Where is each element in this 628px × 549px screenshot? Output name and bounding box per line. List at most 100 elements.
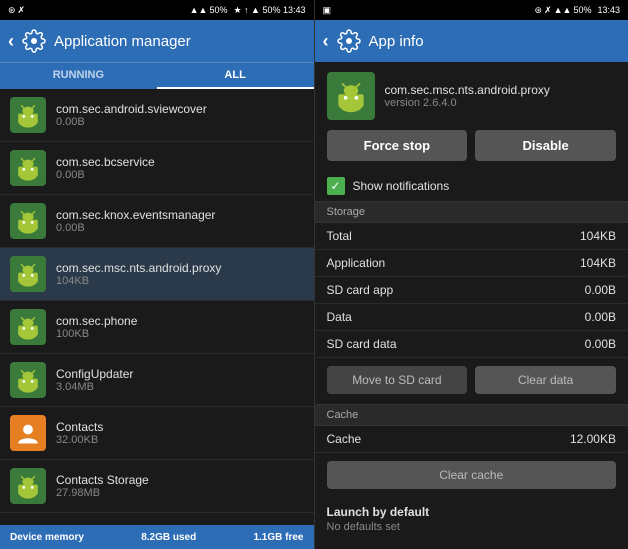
cache-row-label: Cache	[327, 432, 362, 446]
back-button-left[interactable]: ‹	[8, 31, 14, 52]
storage-data-row: Data 0.00B	[315, 304, 628, 331]
app-name: ConfigUpdater	[56, 367, 133, 381]
contacts-icon	[10, 415, 46, 451]
app-header-texts: com.sec.msc.nts.android.proxy version 2.…	[385, 83, 550, 109]
tab-running[interactable]: RUNNING	[0, 63, 157, 89]
app-info: Contacts Storage 27.98MB	[56, 473, 149, 499]
app-name: com.sec.knox.eventsmanager	[56, 208, 215, 222]
signal-icon: ▲▲	[190, 5, 208, 15]
storage-data-label: Data	[327, 310, 352, 324]
list-item[interactable]: com.sec.knox.eventsmanager 0.00B	[0, 195, 314, 248]
app-size: 104KB	[56, 275, 221, 287]
storage-section-header: Storage	[315, 201, 628, 223]
app-name: com.sec.msc.nts.android.proxy	[56, 261, 221, 275]
launch-value: No defaults set	[327, 521, 617, 533]
status-icons-left: ⊛ ✗	[8, 5, 25, 16]
disable-button[interactable]: Disable	[475, 130, 616, 161]
app-icon-android	[10, 97, 46, 133]
app-version: version 2.6.4.0	[385, 97, 550, 109]
app-package-name: com.sec.msc.nts.android.proxy	[385, 83, 550, 97]
mute-icon-right: ✗	[544, 5, 552, 16]
right-panel: ▣ ⊛ ✗ ▲▲ 50% 13:43 ‹ App info	[315, 0, 628, 549]
app-detail-icon	[327, 72, 375, 120]
app-size: 3.04MB	[56, 381, 133, 393]
settings-icon-left	[22, 29, 46, 53]
app-name: Contacts Storage	[56, 473, 149, 487]
app-info: com.sec.bcservice 0.00B	[56, 155, 155, 181]
notifications-label: Show notifications	[353, 179, 450, 193]
settings-icon-right	[337, 29, 361, 53]
storage-total-value: 104KB	[580, 229, 616, 243]
launch-header: Launch by default	[327, 501, 617, 521]
cache-label: Cache	[327, 409, 359, 421]
app-info: com.sec.android.sviewcover 0.00B	[56, 102, 207, 128]
list-item[interactable]: com.sec.bcservice 0.00B	[0, 142, 314, 195]
app-name: com.sec.phone	[56, 314, 137, 328]
screenshot-icon: ▣	[323, 5, 332, 16]
app-icon-android	[10, 256, 46, 292]
storage-application-value: 104KB	[580, 256, 616, 270]
storage-label: Storage	[327, 206, 366, 218]
bluetooth-icon: ⊛	[8, 5, 16, 16]
move-to-sd-button[interactable]: Move to SD card	[327, 366, 468, 394]
storage-sdcard-data-value: 0.00B	[585, 337, 616, 351]
storage-used: 8.2GB used	[141, 532, 196, 543]
app-size: 0.00B	[56, 169, 155, 181]
left-panel: ⊛ ✗ ▲▲ 50% ★ ↑ ▲ 50% 13:43 ‹ Application…	[0, 0, 314, 549]
left-header-title: Application manager	[54, 33, 191, 50]
cache-section-header: Cache	[315, 404, 628, 426]
app-name: Contacts	[56, 420, 103, 434]
back-button-right[interactable]: ‹	[323, 31, 329, 52]
clock-left: ★ ↑ ▲ 50% 13:43	[233, 5, 305, 16]
app-size: 100KB	[56, 328, 137, 340]
left-header: ‹ Application manager	[0, 20, 314, 62]
battery-icon-right: 50%	[573, 5, 591, 15]
app-size: 32.00KB	[56, 434, 103, 446]
bottom-bar: Device memory 8.2GB used 1.1GB free	[0, 525, 314, 549]
launch-section: Launch by default No defaults set	[315, 497, 628, 537]
app-manager-tabs: RUNNING ALL	[0, 62, 314, 89]
app-name: com.sec.android.sviewcover	[56, 102, 207, 116]
storage-total-label: Total	[327, 229, 352, 243]
status-bar-left: ⊛ ✗ ▲▲ 50% ★ ↑ ▲ 50% 13:43	[0, 0, 314, 20]
device-memory-label: Device memory	[10, 532, 84, 543]
clear-data-button[interactable]: Clear data	[475, 366, 616, 394]
storage-action-buttons: Move to SD card Clear data	[315, 358, 628, 402]
cache-action-buttons: Clear cache	[315, 453, 628, 497]
storage-data-value: 0.00B	[585, 310, 616, 324]
app-header-info: com.sec.msc.nts.android.proxy version 2.…	[315, 62, 628, 130]
storage-sdcard-data-row: SD card data 0.00B	[315, 331, 628, 358]
app-icon-android	[10, 309, 46, 345]
list-item[interactable]: Contacts 32.00KB	[0, 407, 314, 460]
list-item[interactable]: ConfigUpdater 3.04MB	[0, 354, 314, 407]
battery-icon: 50%	[209, 5, 227, 15]
list-item[interactable]: com.sec.android.sviewcover 0.00B	[0, 89, 314, 142]
app-size: 27.98MB	[56, 487, 149, 499]
list-item[interactable]: Contacts Storage 27.98MB	[0, 460, 314, 513]
status-bar-right: ▣ ⊛ ✗ ▲▲ 50% 13:43	[315, 0, 628, 20]
mute-icon: ✗	[18, 5, 26, 16]
list-item[interactable]: com.sec.msc.nts.android.proxy 104KB	[0, 248, 314, 301]
app-size: 0.00B	[56, 116, 207, 128]
status-time-left: ▲▲ 50% ★ ↑ ▲ 50% 13:43	[190, 5, 306, 16]
status-icons-right: ▣	[323, 5, 332, 16]
app-info: com.sec.knox.eventsmanager 0.00B	[56, 208, 215, 234]
notifications-row[interactable]: ✓ Show notifications	[315, 171, 628, 201]
storage-total-row: Total 104KB	[315, 223, 628, 250]
clear-cache-button[interactable]: Clear cache	[327, 461, 617, 489]
app-info: com.sec.msc.nts.android.proxy 104KB	[56, 261, 221, 287]
app-name: com.sec.bcservice	[56, 155, 155, 169]
force-stop-button[interactable]: Force stop	[327, 130, 468, 161]
list-item[interactable]: com.sec.phone 100KB	[0, 301, 314, 354]
tab-all[interactable]: ALL	[157, 63, 314, 89]
storage-application-row: Application 104KB	[315, 250, 628, 277]
storage-free: 1.1GB free	[253, 532, 303, 543]
storage-sdcard-data-label: SD card data	[327, 337, 397, 351]
storage-application-label: Application	[327, 256, 386, 270]
storage-sdcard-app-value: 0.00B	[585, 283, 616, 297]
app-icon-android	[10, 203, 46, 239]
notifications-checkbox[interactable]: ✓	[327, 177, 345, 195]
app-icon-android	[10, 468, 46, 504]
cache-section: Cache Cache 12.00KB Clear cache	[315, 404, 628, 497]
launch-header-label: Launch by default	[327, 505, 430, 519]
